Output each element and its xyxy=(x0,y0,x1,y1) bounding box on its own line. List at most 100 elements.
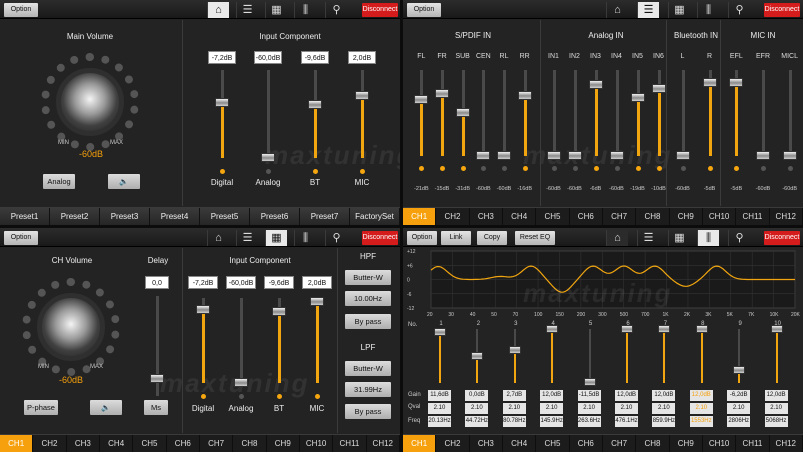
home-icon[interactable]: ⌂ xyxy=(606,2,628,18)
band-freq[interactable]: 2806Hz xyxy=(727,416,751,427)
hpf-type-button[interactable]: Butter-W xyxy=(345,270,391,285)
input-value[interactable]: -60,0dB xyxy=(226,276,256,289)
fader-knob[interactable] xyxy=(272,306,286,316)
channel-tab[interactable]: CH3 xyxy=(67,435,100,452)
channel-tab[interactable]: CH11 xyxy=(333,435,367,452)
channel-tab[interactable]: CH1 xyxy=(403,208,437,225)
channel-tab[interactable]: CH6 xyxy=(570,208,603,225)
fader-knob[interactable] xyxy=(234,378,248,387)
band-knob[interactable] xyxy=(733,365,746,374)
preset-button[interactable]: Preset1 xyxy=(0,208,50,225)
home-icon[interactable]: ⌂ xyxy=(207,2,229,18)
channel-tab[interactable]: CH1 xyxy=(403,435,437,452)
channel-tab[interactable]: CH6 xyxy=(167,435,200,452)
delay-slider-knob[interactable] xyxy=(150,374,164,383)
channel-tab[interactable]: CH12 xyxy=(770,208,803,225)
preset-button[interactable]: Preset5 xyxy=(200,208,250,225)
band-gain[interactable]: 12,0dB xyxy=(540,390,564,401)
sliders-icon[interactable]: ☰ xyxy=(236,2,258,18)
preset-button[interactable]: Preset2 xyxy=(50,208,100,225)
disconnect-button[interactable]: Disconnect xyxy=(764,231,800,245)
band-q[interactable]: 2.10 xyxy=(428,403,451,414)
main-volume-knob[interactable] xyxy=(56,68,124,136)
channel-tab[interactable]: CH7 xyxy=(603,208,637,225)
band-knob[interactable] xyxy=(471,352,484,360)
delay-value[interactable]: 0,0 xyxy=(145,276,169,289)
band-gain[interactable]: 12,0dB xyxy=(615,390,638,401)
band-knob[interactable] xyxy=(546,325,559,333)
fader-knob[interactable] xyxy=(308,100,322,110)
band-q[interactable]: 2.10 xyxy=(727,403,751,414)
fader-knob[interactable] xyxy=(497,151,511,160)
option-button[interactable]: Option xyxy=(407,3,441,17)
fader-knob[interactable] xyxy=(729,77,744,87)
disconnect-button[interactable]: Disconnect xyxy=(362,3,398,17)
channel-tab[interactable]: CH9 xyxy=(267,435,300,452)
band-gain[interactable]: 11,6dB xyxy=(428,390,451,401)
reset-eq-button[interactable]: Reset EQ xyxy=(515,231,555,245)
band-freq[interactable]: 476.1Hz xyxy=(615,416,638,427)
band-q[interactable]: 2.10 xyxy=(502,403,526,414)
analog-button[interactable]: Analog xyxy=(43,174,75,189)
home-icon[interactable]: ⌂ xyxy=(207,230,229,246)
fader-knob[interactable] xyxy=(630,92,645,102)
fader-knob[interactable] xyxy=(782,151,797,160)
fader-knob[interactable] xyxy=(476,151,491,160)
channel-tab[interactable]: CH2 xyxy=(436,435,470,452)
channel-tab[interactable]: CH5 xyxy=(133,435,167,452)
channel-tab[interactable]: CH7 xyxy=(200,435,234,452)
input-value[interactable]: -7,2dB xyxy=(208,51,236,64)
wrench-icon[interactable]: ⚲ xyxy=(325,2,347,18)
band-knob[interactable] xyxy=(770,325,783,333)
fader-knob[interactable] xyxy=(355,91,369,101)
band-knob[interactable] xyxy=(621,325,633,333)
band-q[interactable]: 2.10 xyxy=(465,403,489,414)
lpf-bypass-button[interactable]: By pass xyxy=(345,404,391,419)
channel-tab[interactable]: CH3 xyxy=(470,208,503,225)
band-gain[interactable]: 0,0dB xyxy=(465,390,489,401)
option-button[interactable]: Option xyxy=(4,231,38,245)
channel-tab[interactable]: CH12 xyxy=(367,435,400,452)
input-value[interactable]: 2,0dB xyxy=(348,51,376,64)
band-gain[interactable]: 12,0dB xyxy=(689,390,713,401)
grid-icon[interactable]: ▦ xyxy=(668,230,690,246)
ms-button[interactable]: Ms xyxy=(144,400,168,415)
channel-tab[interactable]: CH5 xyxy=(536,435,570,452)
band-gain[interactable]: 12,0dB xyxy=(764,390,788,401)
channel-tab[interactable]: CH10 xyxy=(703,435,737,452)
band-q[interactable]: 2.10 xyxy=(764,403,788,414)
channel-tab[interactable]: CH10 xyxy=(300,435,334,452)
fader-knob[interactable] xyxy=(196,304,210,314)
grid-icon[interactable]: ▦ xyxy=(265,2,287,18)
input-value[interactable]: 2,0dB xyxy=(302,276,332,289)
band-freq[interactable]: 44.72Hz xyxy=(465,416,489,427)
channel-tab[interactable]: CH12 xyxy=(770,435,803,452)
preset-button[interactable]: Preset3 xyxy=(100,208,150,225)
preset-button[interactable]: Preset7 xyxy=(300,208,350,225)
channel-tab[interactable]: CH3 xyxy=(470,435,503,452)
lpf-freq-button[interactable]: 31.99Hz xyxy=(345,382,391,397)
sliders-icon[interactable]: ☰ xyxy=(236,230,258,246)
p-phase-button[interactable]: P-phase xyxy=(24,400,58,415)
input-value[interactable]: -7,2dB xyxy=(188,276,218,289)
mixer-icon[interactable]: ⫼ xyxy=(294,2,316,18)
channel-tab[interactable]: CH1 xyxy=(0,435,34,452)
mixer-icon[interactable]: ⫼ xyxy=(697,2,719,18)
hpf-bypass-button[interactable]: By pass xyxy=(345,314,391,329)
copy-button[interactable]: Copy xyxy=(477,231,507,245)
option-button[interactable]: Option xyxy=(4,3,38,17)
fader-knob[interactable] xyxy=(651,83,666,93)
fader-knob[interactable] xyxy=(261,153,275,162)
hpf-freq-button[interactable]: 10.00Hz xyxy=(345,291,391,306)
band-freq[interactable]: 145.9Hz xyxy=(540,416,564,427)
band-gain[interactable]: 12,0dB xyxy=(652,390,676,401)
band-gain[interactable]: -11,5dB xyxy=(577,390,601,401)
input-value[interactable]: -60,0dB xyxy=(254,51,282,64)
band-gain[interactable]: 2,7dB xyxy=(502,390,526,401)
preset-button[interactable]: Preset6 xyxy=(250,208,300,225)
channel-tab[interactable]: CH8 xyxy=(636,208,670,225)
channel-tab[interactable]: CH2 xyxy=(436,208,470,225)
band-knob[interactable] xyxy=(695,325,708,333)
sliders-icon[interactable]: ☰ xyxy=(637,230,659,246)
band-knob[interactable] xyxy=(658,325,671,333)
